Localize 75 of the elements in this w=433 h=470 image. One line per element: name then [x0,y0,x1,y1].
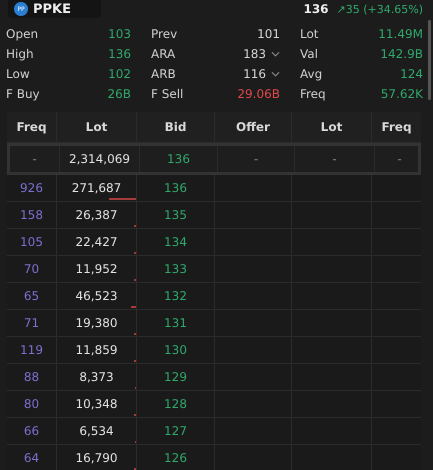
table-cell: 133 [164,262,187,276]
column-header: Offer [215,112,292,142]
table-cell: 46,523 [76,289,118,303]
stat-label: Lot [300,27,318,41]
table-cell: 129 [164,370,187,384]
table-cell: 136 [167,152,190,166]
table-cell: 132 [164,289,187,303]
stat-value: 124 [400,67,423,81]
table-cell: 70 [24,262,40,276]
table-cell: - [32,152,37,166]
stat-label: Prev [151,27,178,41]
chevron-down-icon[interactable] [270,51,280,57]
table-cell: 926 [20,181,43,195]
table-cell: 134 [164,235,187,249]
stat-label: Low [6,67,30,81]
stat-label: ARA [151,47,176,61]
stat-value: 116 [243,67,266,81]
scrollbar[interactable] [428,20,431,100]
table-cell: 71 [24,316,40,330]
table-cell: 80 [24,397,40,411]
table-cell: 131 [164,316,187,330]
table-cell: 88 [24,370,40,384]
stat-label: F Sell [151,87,184,101]
table-cell: - [332,152,337,166]
column-header: Bid [137,112,215,142]
table-cell: 128 [164,397,187,411]
stat-label: Freq [300,87,326,101]
table-cell: 11,952 [76,262,118,276]
column-header: Lot [292,112,372,142]
table-cell: 2,314,069 [68,152,130,166]
stat-label: Avg [300,67,322,81]
table-cell: 105 [20,235,43,249]
stat-label: F Buy [6,87,40,101]
table-cell: 10,348 [76,397,118,411]
last-price: 136 [303,2,329,16]
table-cell: 126 [164,451,187,465]
stat-value: 103 [108,27,131,41]
stat-value: 26B [107,87,131,101]
table-cell: 271,687 [72,181,122,195]
stat-label: ARB [151,67,176,81]
column-header: Freq [7,112,57,142]
stat-value: 101 [257,27,280,41]
table-cell: 22,427 [76,235,118,249]
stat-label: Open [6,27,38,41]
stat-value: 142.9B [380,47,423,61]
table-cell: 119 [20,343,43,357]
table-cell: - [397,152,402,166]
stat-label: Val [300,47,318,61]
stat-value: 136 [108,47,131,61]
stat-value: 183 [243,47,266,61]
stat-value: 57.62K [380,87,423,101]
ticker-symbol: PPKE [33,2,72,16]
stat-value: 29.06B [237,87,280,101]
table-cell: - [254,152,258,166]
stat-label: High [6,47,34,61]
stat-value: 11.49M [378,27,423,41]
table-cell: 6,534 [79,424,114,438]
table-cell: 64 [24,451,40,465]
table-cell: 19,380 [76,316,118,330]
table-cell: 16,790 [76,451,118,465]
price-change: ↗35 (+34.65%) [336,2,423,16]
table-cell: 127 [164,424,187,438]
stat-value: 102 [108,67,131,81]
table-cell: 130 [164,343,187,357]
table-cell: 11,859 [76,343,118,357]
table-cell: 158 [20,208,43,222]
table-cell: 136 [164,181,187,195]
table-cell: 8,373 [79,370,114,384]
column-header: Freq [380,119,413,136]
table-cell: 66 [24,424,40,438]
chevron-down-icon[interactable] [270,71,280,77]
table-cell: 26,387 [76,208,118,222]
table-cell: 135 [164,208,187,222]
table-cell: 65 [24,289,40,303]
column-header: Lot [57,112,137,142]
